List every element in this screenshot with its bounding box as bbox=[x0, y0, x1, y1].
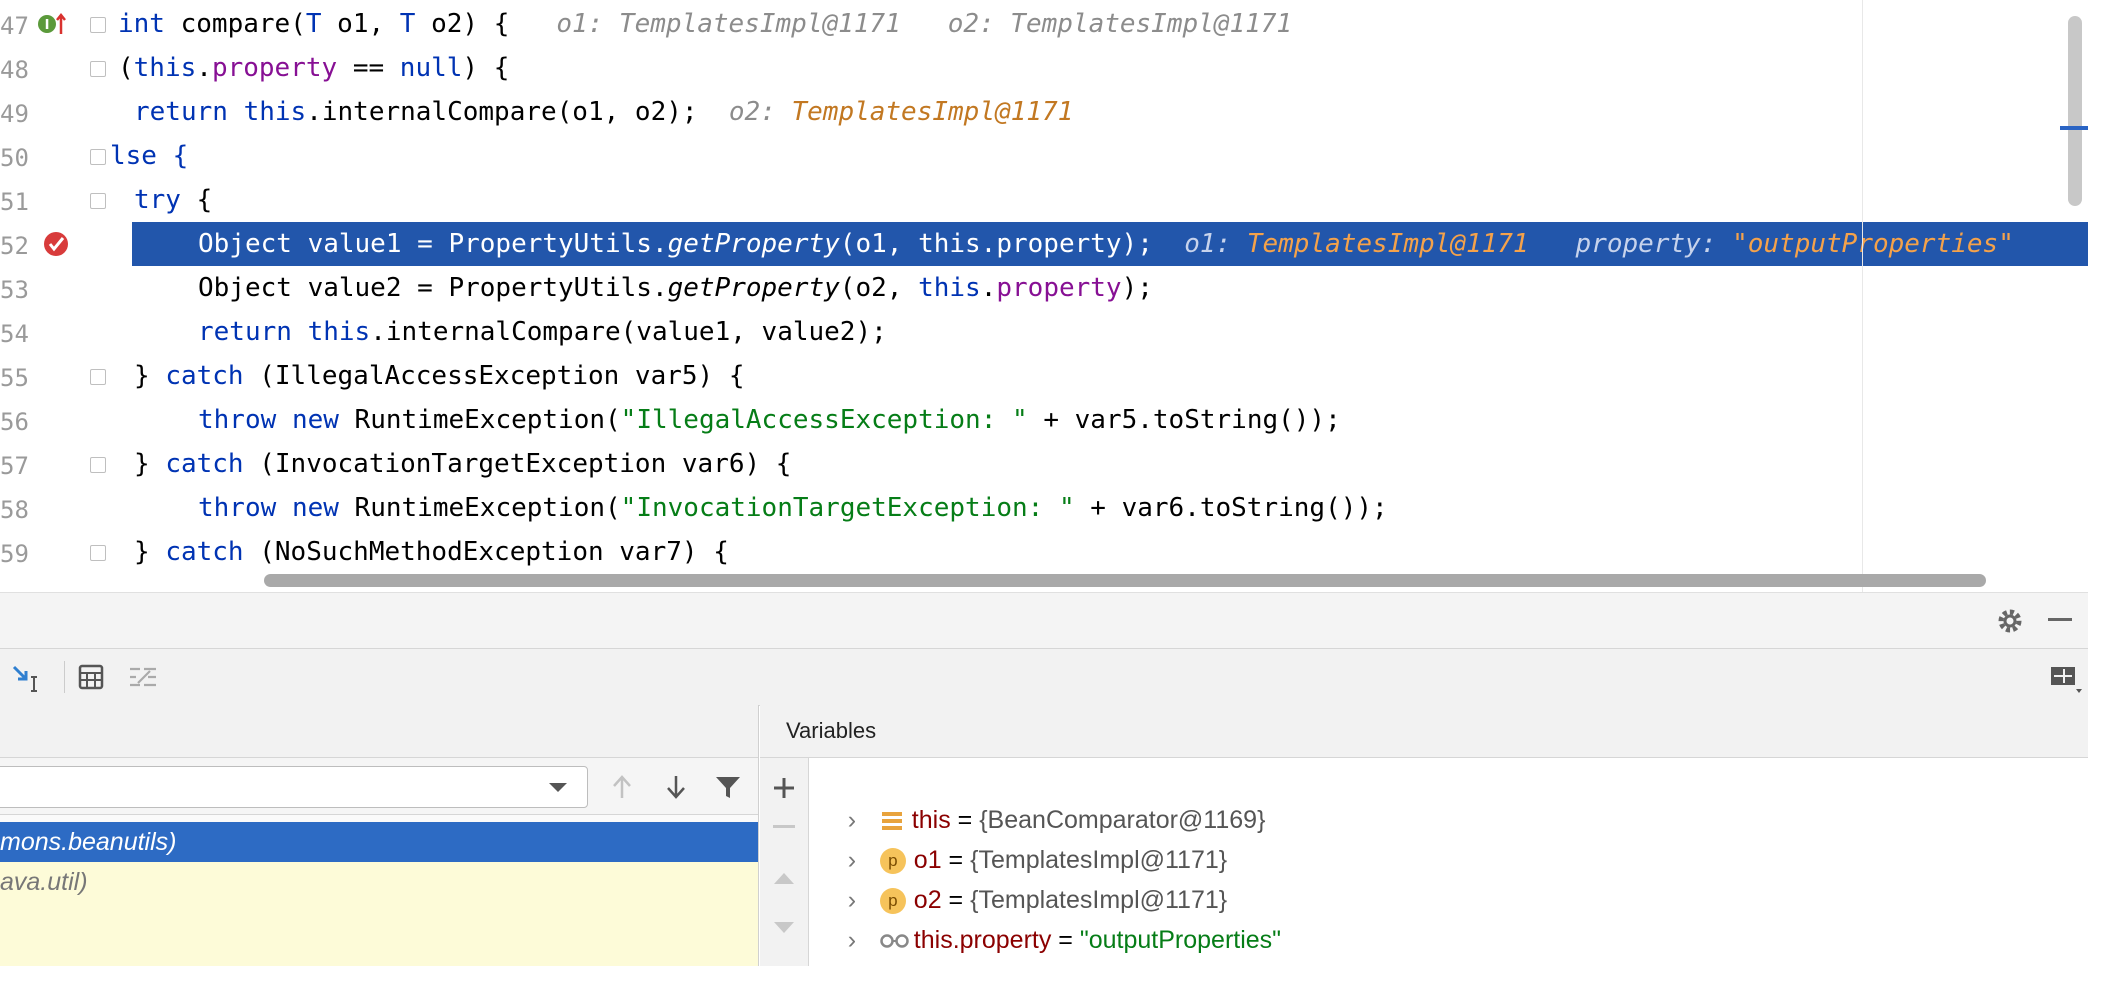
add-watch-icon[interactable] bbox=[772, 776, 796, 800]
frame-label: ava.util) bbox=[0, 868, 88, 896]
inline-hint-name: property: bbox=[1575, 229, 1733, 259]
fold-marker[interactable] bbox=[90, 149, 106, 165]
variable-row-o1[interactable]: › p o1 = {TemplatesImpl@1171} bbox=[820, 800, 1227, 875]
gear-icon[interactable] bbox=[1996, 607, 2024, 635]
line-number: 53 bbox=[0, 276, 29, 304]
line-number: 47 bbox=[0, 12, 29, 40]
line-number: 50 bbox=[0, 144, 29, 172]
horizontal-scrollbar[interactable] bbox=[264, 574, 1986, 587]
chevron-right-icon[interactable]: › bbox=[848, 920, 880, 960]
code-line-53[interactable]: Object value2 = PropertyUtils.getPropert… bbox=[198, 266, 2088, 310]
code-editor[interactable]: 47 48 49 50 51 52 53 54 55 56 57 58 59 I… bbox=[0, 0, 2088, 592]
filter-icon[interactable] bbox=[714, 774, 742, 800]
arrow-down-icon[interactable] bbox=[664, 774, 688, 800]
line-number: 54 bbox=[0, 320, 29, 348]
code-line-48[interactable]: (this.property == null) { bbox=[118, 46, 2088, 90]
line-number: 51 bbox=[0, 188, 29, 216]
vertical-scrollbar[interactable] bbox=[2068, 16, 2082, 206]
inline-hint-value: "outputProperties" bbox=[1732, 229, 2014, 259]
move-up-icon[interactable] bbox=[772, 870, 796, 886]
inline-hint-name: o2: bbox=[728, 97, 792, 127]
move-down-icon[interactable] bbox=[772, 920, 796, 936]
variables-panel: Variables › this = {BeanComparator@1169} … bbox=[760, 705, 2088, 966]
fold-marker[interactable] bbox=[90, 457, 106, 473]
variable-row-this[interactable]: › this = {BeanComparator@1169} bbox=[820, 760, 1266, 834]
debug-panel-header bbox=[0, 592, 2088, 649]
code-line-50[interactable]: lse { bbox=[110, 134, 2088, 178]
code-line-59[interactable]: } catch (NoSuchMethodException var7) { bbox=[134, 530, 2088, 574]
minimize-icon[interactable] bbox=[2048, 617, 2074, 623]
arrow-up-icon[interactable] bbox=[610, 774, 634, 800]
code-line-54[interactable]: return this.internalCompare(value1, valu… bbox=[198, 310, 2088, 354]
right-margin-guide bbox=[1862, 0, 1863, 592]
fold-marker[interactable] bbox=[90, 193, 106, 209]
watch-glasses-icon bbox=[880, 934, 909, 949]
line-number: 55 bbox=[0, 364, 29, 392]
line-number: 57 bbox=[0, 452, 29, 480]
breakpoint-icon[interactable] bbox=[42, 228, 72, 258]
inline-hint-value: TemplatesImpl@1171 bbox=[791, 97, 1074, 127]
scroll-position-marker bbox=[2060, 126, 2088, 130]
inline-hint: o1: TemplatesImpl@1171 bbox=[556, 9, 901, 39]
inline-hint: o2: TemplatesImpl@1171 bbox=[947, 9, 1293, 39]
svg-text:I: I bbox=[45, 18, 50, 33]
debug-toolbar bbox=[0, 648, 2088, 706]
fold-marker[interactable] bbox=[90, 17, 106, 33]
frame-item[interactable]: ava.util) bbox=[0, 862, 758, 966]
frames-panel: mons.beanutils) ava.util) bbox=[0, 705, 759, 966]
layout-icon[interactable] bbox=[2050, 665, 2084, 695]
run-to-cursor-icon[interactable] bbox=[12, 663, 42, 693]
inline-hint-value: TemplatesImpl@1171 bbox=[1246, 229, 1529, 259]
frames-header bbox=[0, 705, 758, 758]
toolbar-separator bbox=[64, 661, 65, 693]
variables-title: Variables bbox=[760, 705, 2088, 758]
fold-marker[interactable] bbox=[90, 545, 106, 561]
implements-method-icon[interactable]: I bbox=[36, 10, 66, 38]
line-number: 49 bbox=[0, 100, 29, 128]
chevron-down-icon bbox=[549, 783, 567, 792]
thread-selector-row bbox=[0, 758, 758, 815]
code-line-51[interactable]: try { bbox=[134, 178, 2088, 222]
code-line-57[interactable]: } catch (InvocationTargetException var6)… bbox=[134, 442, 2088, 486]
line-number: 59 bbox=[0, 540, 29, 568]
thread-dropdown[interactable] bbox=[0, 766, 588, 808]
frame-label: mons.beanutils) bbox=[0, 828, 177, 856]
line-number: 58 bbox=[0, 496, 29, 524]
inline-hint-name: o1: bbox=[1184, 229, 1247, 259]
remove-watch-icon[interactable] bbox=[772, 824, 796, 830]
variables-side-toolbar bbox=[760, 758, 809, 966]
line-number: 48 bbox=[0, 56, 29, 84]
line-number: 56 bbox=[0, 408, 29, 436]
code-line-47[interactable]: int compare(T o1, T o2) { o1: TemplatesI… bbox=[118, 2, 2088, 46]
evaluate-expression-icon[interactable] bbox=[78, 663, 106, 691]
code-line-55[interactable]: } catch (IllegalAccessException var5) { bbox=[134, 354, 2088, 398]
trace-icon[interactable] bbox=[128, 663, 158, 691]
frame-item-selected[interactable]: mons.beanutils) bbox=[0, 822, 758, 862]
fold-marker[interactable] bbox=[90, 369, 106, 385]
fold-marker[interactable] bbox=[90, 61, 106, 77]
variable-row-this-property[interactable]: › this.property = "outputProperties" bbox=[820, 880, 1281, 954]
code-line-56[interactable]: throw new RuntimeException("IllegalAcces… bbox=[198, 398, 2088, 442]
line-number: 52 bbox=[0, 232, 29, 260]
code-line-49[interactable]: return this.internalCompare(o1, o2); o2:… bbox=[134, 90, 2088, 134]
code-line-58[interactable]: throw new RuntimeException("InvocationTa… bbox=[198, 486, 2088, 530]
variable-row-o2[interactable]: › p o2 = {TemplatesImpl@1171} bbox=[820, 840, 1227, 915]
code-line-52-current[interactable]: Object value1 = PropertyUtils.getPropert… bbox=[132, 222, 2088, 266]
